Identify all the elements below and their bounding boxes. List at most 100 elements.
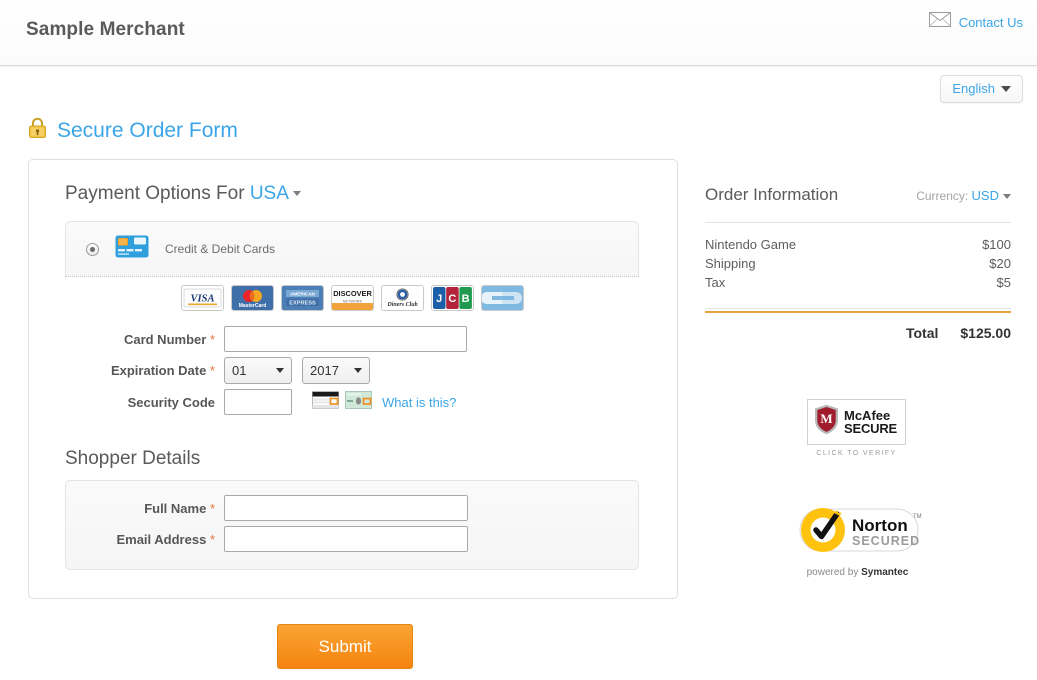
expiration-date-row: Expiration Date * 01 2017 (29, 357, 370, 384)
order-item-name: Nintendo Game (705, 237, 797, 252)
order-item-name: Shipping (705, 256, 756, 271)
card-number-label: Card Number * (123, 331, 215, 347)
order-information-panel: Order Information Currency: USD Nintendo… (705, 185, 1011, 341)
svg-text:TM: TM (913, 514, 922, 520)
chevron-down-icon (292, 191, 301, 197)
discover-logo-icon: DISCOVER NETWORK (330, 285, 374, 311)
order-total-accent-rule (705, 311, 1011, 313)
secure-order-heading: Secure Order Form (28, 117, 238, 144)
norton-secured-badge[interactable]: Norton SECURED TM powered by Symantec (790, 505, 925, 578)
order-items-list: Nintendo Game $100 Shipping $20 Tax $5 (705, 235, 1011, 292)
expiration-month-select[interactable]: 01 (224, 357, 292, 384)
order-item-row: Shipping $20 (705, 254, 1011, 273)
required-marker: * (209, 363, 215, 378)
svg-text:DISCOVER: DISCOVER (333, 289, 372, 298)
contact-us-label[interactable]: Contact Us (959, 15, 1023, 30)
mcafee-secure-badge[interactable]: M McAfee SECURE CLICK TO VERIFY (807, 399, 906, 457)
language-selected-label: English (952, 81, 995, 96)
payment-methods-box: Credit & Debit Cards (65, 221, 639, 276)
order-total-row: Total $125.00 (705, 325, 1011, 341)
norton-powered-by: powered by Symantec (790, 567, 925, 578)
merchant-name: Sample Merchant (26, 19, 185, 40)
order-information-header: Order Information Currency: USD (705, 185, 1011, 205)
shopper-details-heading: Shopper Details (65, 448, 201, 469)
expiration-year-value: 2017 (310, 363, 339, 378)
email-address-input[interactable] (224, 526, 468, 552)
svg-text:B: B (461, 293, 469, 305)
chevron-down-icon (1001, 85, 1011, 92)
svg-text:NETWORK: NETWORK (342, 300, 362, 304)
required-marker: * (209, 500, 215, 516)
required-marker: * (209, 531, 215, 547)
chevron-down-icon (354, 368, 362, 373)
currency-label: Currency: (916, 189, 969, 203)
card-brand-logos: VISA MasterCard AMERICAN EXPRESS DISCOVE… (65, 285, 639, 311)
submit-button[interactable]: Submit (277, 624, 413, 669)
chevron-down-icon (276, 368, 284, 373)
svg-text:MasterCard: MasterCard (238, 303, 266, 309)
svg-text:SECURED: SECURED (852, 534, 920, 548)
order-divider-top (705, 222, 1011, 223)
expiration-date-label: Expiration Date * (110, 363, 215, 378)
shopper-details-box (65, 480, 639, 570)
norton-powered-brand: Symantec (861, 567, 909, 578)
checkout-page: Sample Merchant Contact Us English Secur… (0, 0, 1037, 680)
cb-logo-icon (480, 285, 524, 311)
page-header: Sample Merchant Contact Us (0, 0, 1037, 66)
credit-card-icon (115, 235, 149, 263)
mcafee-shield-icon: M (814, 404, 839, 440)
security-code-label: Security Code (127, 394, 215, 410)
full-name-label: Full Name * (144, 500, 215, 516)
card-number-input[interactable] (224, 326, 467, 352)
chevron-down-icon (1003, 194, 1011, 200)
order-total-value: $125.00 (960, 325, 1011, 341)
card-front-cvv-icon (345, 390, 372, 414)
currency-selector[interactable]: Currency: USD (916, 188, 1011, 203)
country-value: USA (249, 183, 289, 204)
card-number-row: Card Number * (29, 326, 467, 352)
order-total-label: Total (905, 325, 939, 341)
order-item-name: Tax (705, 275, 726, 290)
full-name-row: Full Name * (29, 495, 468, 521)
full-name-input[interactable] (224, 495, 468, 521)
required-marker: * (209, 331, 215, 347)
order-information-title: Order Information (705, 185, 839, 204)
amex-logo-icon: AMERICAN EXPRESS (280, 285, 324, 311)
visa-logo-icon: VISA (180, 285, 224, 311)
expiration-year-select[interactable]: 2017 (302, 357, 370, 384)
language-selector[interactable]: English (940, 75, 1023, 103)
country-selector[interactable]: USA (250, 183, 301, 204)
payment-method-label: Credit & Debit Cards (165, 242, 276, 256)
payment-options-heading: Payment Options For USA (65, 183, 301, 205)
order-item-row: Nintendo Game $100 (705, 235, 1011, 254)
order-divider-bottom (705, 308, 1011, 309)
norton-check-icon: Norton SECURED TM (799, 508, 922, 552)
expiration-month-value: 01 (232, 363, 247, 378)
order-item-price: $100 (982, 237, 1011, 252)
security-code-row: Security Code What is this? (29, 389, 456, 415)
svg-text:EXPRESS: EXPRESS (289, 300, 316, 306)
security-code-input[interactable] (224, 389, 292, 415)
card-back-cvv-icon (312, 390, 339, 414)
jcb-logo-icon: J C B (430, 285, 474, 311)
secure-order-title: Secure Order Form (57, 118, 238, 142)
order-item-price: $5 (996, 275, 1011, 290)
methods-divider (65, 276, 639, 277)
svg-text:Norton: Norton (852, 516, 908, 535)
mcafee-line2: SECURE (844, 421, 897, 436)
svg-text:VISA: VISA (190, 294, 214, 305)
security-code-help-link[interactable]: What is this? (382, 395, 456, 410)
payment-method-credit-debit[interactable]: Credit & Debit Cards (66, 222, 638, 276)
svg-text:Diners Club: Diners Club (386, 302, 417, 308)
mastercard-logo-icon: MasterCard (230, 285, 274, 311)
svg-text:M: M (820, 411, 832, 426)
payment-form-card: Payment Options For USA Credit & Debit C… (28, 159, 678, 599)
contact-us-link[interactable]: Contact Us (928, 12, 1023, 32)
diners-club-logo-icon: Diners Club (380, 285, 424, 311)
norton-powered-prefix: powered by (806, 567, 859, 578)
order-item-row: Tax $5 (705, 273, 1011, 292)
payment-options-prefix: Payment Options For (65, 183, 245, 204)
payment-method-radio[interactable] (86, 242, 99, 256)
envelope-icon (928, 12, 951, 32)
mcafee-verify-text: CLICK TO VERIFY (816, 450, 897, 457)
